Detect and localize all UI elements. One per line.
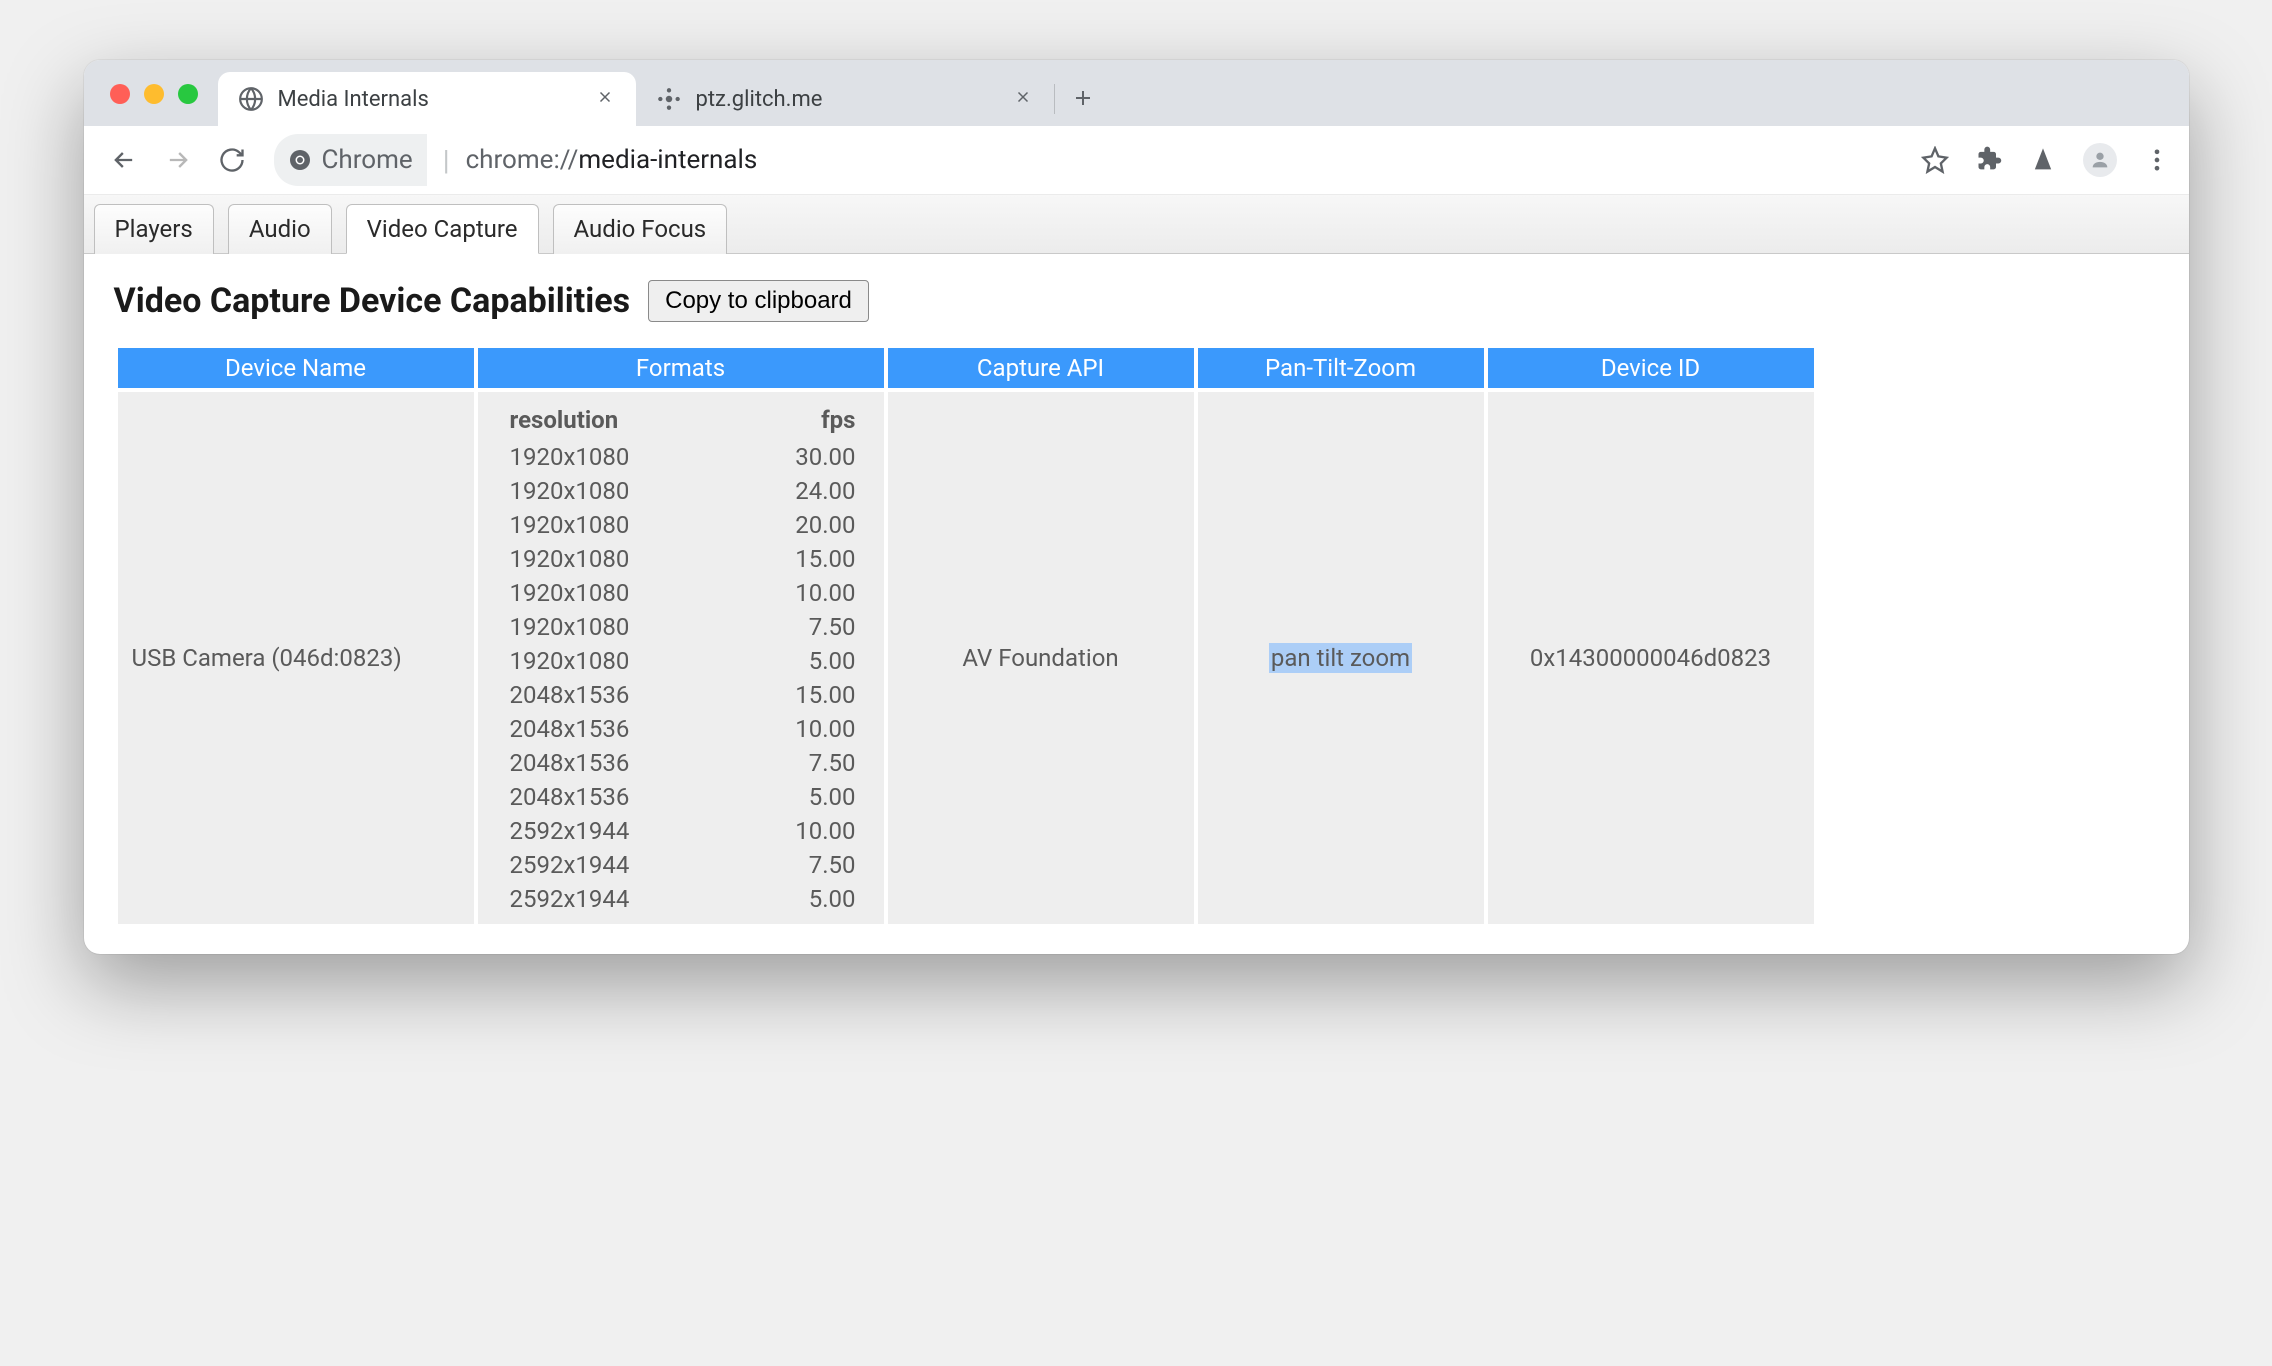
profile-avatar[interactable] xyxy=(2083,143,2117,177)
window-close-button[interactable] xyxy=(110,84,130,104)
format-resolution: 1920x1080 xyxy=(484,508,723,542)
chrome-icon xyxy=(288,148,312,172)
format-row: 2048x15367.50 xyxy=(484,746,878,780)
format-fps: 30.00 xyxy=(723,440,878,474)
tab-title: ptz.glitch.me xyxy=(696,87,996,112)
tab-audio[interactable]: Audio xyxy=(228,204,332,254)
format-row: 1920x108030.00 xyxy=(484,440,878,474)
browser-tab-media-internals[interactable]: Media Internals xyxy=(218,72,636,126)
cell-ptz: pan tilt zoom xyxy=(1198,392,1484,924)
formats-table: resolution fps 1920x108030.001920x108024… xyxy=(484,400,878,916)
format-row: 1920x108010.00 xyxy=(484,576,878,610)
format-fps: 7.50 xyxy=(723,610,878,644)
format-fps: 20.00 xyxy=(723,508,878,542)
format-row: 1920x108015.00 xyxy=(484,542,878,576)
page-content: Video Capture Device Capabilities Copy t… xyxy=(84,254,2189,954)
format-fps: 5.00 xyxy=(723,882,878,916)
tab-audio-focus[interactable]: Audio Focus xyxy=(553,204,728,254)
bookmark-star-icon[interactable] xyxy=(1921,146,1949,174)
forward-button[interactable] xyxy=(156,138,200,182)
format-fps: 5.00 xyxy=(723,644,878,678)
tab-title: Media Internals xyxy=(278,87,578,112)
reload-button[interactable] xyxy=(210,138,254,182)
format-resolution: 1920x1080 xyxy=(484,440,723,474)
globe-icon xyxy=(238,86,264,112)
format-row: 2592x194410.00 xyxy=(484,814,878,848)
window-controls xyxy=(110,84,198,104)
fmt-th-fps: fps xyxy=(723,400,878,440)
format-row: 2048x153610.00 xyxy=(484,712,878,746)
format-fps: 10.00 xyxy=(723,712,878,746)
format-fps: 24.00 xyxy=(723,474,878,508)
tab-close-icon[interactable] xyxy=(592,83,618,116)
format-row: 1920x10805.00 xyxy=(484,644,878,678)
security-chip[interactable]: Chrome xyxy=(274,134,427,186)
window-maximize-button[interactable] xyxy=(178,84,198,104)
th-formats[interactable]: Formats xyxy=(478,348,884,388)
format-resolution: 2592x1944 xyxy=(484,882,723,916)
cell-formats: resolution fps 1920x108030.001920x108024… xyxy=(478,392,884,924)
table-row: USB Camera (046d:0823) resolution fps 19… xyxy=(118,392,1814,924)
labs-icon[interactable] xyxy=(2029,146,2057,174)
format-resolution: 1920x1080 xyxy=(484,610,723,644)
tab-close-icon[interactable] xyxy=(1010,83,1036,116)
format-row: 2592x19445.00 xyxy=(484,882,878,916)
url-text: chrome://media-internals xyxy=(466,145,758,175)
address-bar[interactable]: Chrome | chrome://media-internals xyxy=(264,134,1901,186)
fmt-th-resolution: resolution xyxy=(484,400,723,440)
th-capture-api[interactable]: Capture API xyxy=(888,348,1194,388)
window-minimize-button[interactable] xyxy=(144,84,164,104)
tab-strip: Media Internals ptz.glitch.me xyxy=(84,60,2189,126)
extensions-icon[interactable] xyxy=(1975,146,2003,174)
tab-separator xyxy=(1054,84,1055,114)
internal-tabbar: Players Audio Video Capture Audio Focus xyxy=(84,195,2189,254)
toolbar: Chrome | chrome://media-internals xyxy=(84,126,2189,195)
page-heading: Video Capture Device Capabilities xyxy=(114,281,631,321)
format-row: 1920x108024.00 xyxy=(484,474,878,508)
separator: | xyxy=(443,144,450,177)
format-fps: 15.00 xyxy=(723,542,878,576)
capabilities-table: Device Name Formats Capture API Pan-Tilt… xyxy=(114,344,1818,928)
format-resolution: 1920x1080 xyxy=(484,644,723,678)
format-resolution: 2048x1536 xyxy=(484,746,723,780)
format-resolution: 2592x1944 xyxy=(484,814,723,848)
copy-to-clipboard-button[interactable]: Copy to clipboard xyxy=(648,280,869,322)
format-fps: 10.00 xyxy=(723,576,878,610)
ptz-highlight: pan tilt zoom xyxy=(1269,643,1412,673)
th-device-id[interactable]: Device ID xyxy=(1488,348,1814,388)
format-resolution: 2048x1536 xyxy=(484,712,723,746)
format-resolution: 2592x1944 xyxy=(484,848,723,882)
browser-window: Media Internals ptz.glitch.me xyxy=(84,60,2189,954)
format-resolution: 1920x1080 xyxy=(484,474,723,508)
tab-players[interactable]: Players xyxy=(94,204,214,254)
format-fps: 7.50 xyxy=(723,746,878,780)
format-resolution: 1920x1080 xyxy=(484,542,723,576)
format-resolution: 2048x1536 xyxy=(484,678,723,712)
new-tab-button[interactable] xyxy=(1061,76,1105,120)
format-resolution: 1920x1080 xyxy=(484,576,723,610)
th-device-name[interactable]: Device Name xyxy=(118,348,474,388)
format-row: 1920x10807.50 xyxy=(484,610,878,644)
format-row: 2592x19447.50 xyxy=(484,848,878,882)
cell-capture-api: AV Foundation xyxy=(888,392,1194,924)
format-fps: 15.00 xyxy=(723,678,878,712)
th-ptz[interactable]: Pan-Tilt-Zoom xyxy=(1198,348,1484,388)
format-resolution: 2048x1536 xyxy=(484,780,723,814)
chip-label: Chrome xyxy=(322,145,413,175)
format-fps: 5.00 xyxy=(723,780,878,814)
format-row: 2048x153615.00 xyxy=(484,678,878,712)
browser-tab-ptz-glitch[interactable]: ptz.glitch.me xyxy=(636,72,1054,126)
format-row: 1920x108020.00 xyxy=(484,508,878,542)
site-icon xyxy=(656,86,682,112)
tab-video-capture[interactable]: Video Capture xyxy=(346,204,539,254)
back-button[interactable] xyxy=(102,138,146,182)
menu-icon[interactable] xyxy=(2143,146,2171,174)
format-fps: 7.50 xyxy=(723,848,878,882)
format-fps: 10.00 xyxy=(723,814,878,848)
cell-device-id: 0x14300000046d0823 xyxy=(1488,392,1814,924)
format-row: 2048x15365.00 xyxy=(484,780,878,814)
cell-device-name: USB Camera (046d:0823) xyxy=(118,392,474,924)
